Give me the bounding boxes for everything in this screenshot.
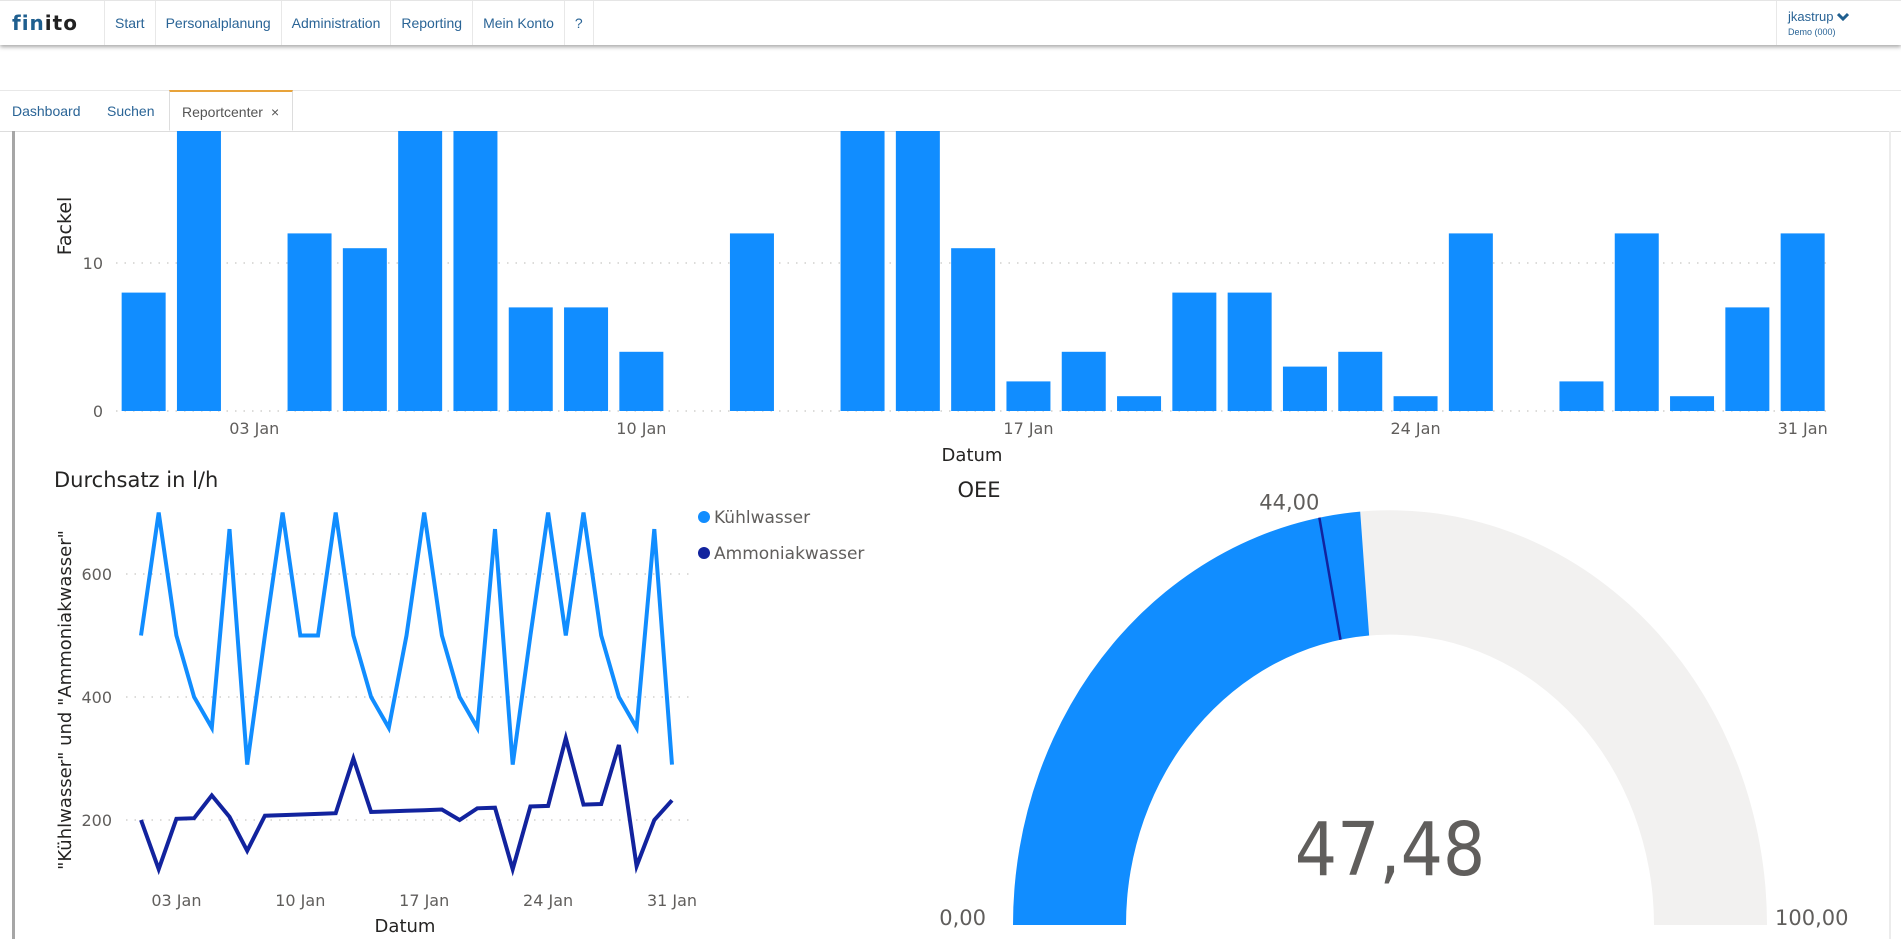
main-menu: Start Personalplanung Administration Rep…: [104, 1, 594, 45]
bar-16: [951, 248, 996, 411]
bar-17: [1006, 381, 1051, 411]
bar-19: [1117, 396, 1162, 411]
user-tenant: Demo (000): [1788, 27, 1836, 37]
bar-30: [1725, 307, 1770, 411]
bar-x-tick: 31 Jan: [1778, 419, 1828, 438]
bar-y-tick-labels: 0 10: [83, 254, 103, 421]
report-canvas: 0 10 03 Jan 10 Jan 17 Jan 24 Jan 31 Jan Facke…: [54, 131, 1848, 937]
bar-23: [1338, 351, 1383, 411]
gauge-value: 47,48: [1295, 807, 1486, 893]
logo-text-fin: fin: [12, 11, 45, 35]
nav-mein-konto[interactable]: Mein Konto: [472, 1, 564, 45]
bar-1: [121, 292, 166, 411]
bar-5: [342, 248, 387, 411]
fackel-bar-chart: 0 10 03 Jan 10 Jan 17 Jan 24 Jan 31 Jan Facke…: [54, 131, 1830, 466]
bar-10: [619, 351, 664, 411]
bar-x-tick: 24 Jan: [1390, 419, 1440, 438]
bar-marks: [121, 131, 1825, 412]
gauge-title: OEE: [957, 478, 1000, 502]
legend-marker-ammoniakwasser: [698, 547, 710, 559]
legend-label-kuehlwasser: Kühlwasser: [714, 508, 810, 528]
line-y-axis-title: "Kühlwasser" und "Ammoniakwasser": [55, 530, 76, 870]
line-series: [139, 512, 674, 877]
durchsatz-line-chart: Durchsatz in l/h 200 400 600 03 Jan 10 Jan 1…: [54, 468, 864, 937]
nav-help[interactable]: ?: [563, 1, 594, 45]
line-y-tick: 200: [81, 811, 112, 830]
bar-15: [895, 131, 940, 412]
bar-4: [287, 233, 332, 411]
bar-31: [1780, 233, 1825, 411]
bar-7: [453, 131, 498, 412]
line-legend: Kühlwasser Ammoniakwasser: [698, 508, 864, 564]
bar-x-axis-title: Datum: [942, 445, 1003, 466]
bar-y-axis-title: Fackel: [54, 197, 76, 256]
bar-12: [729, 233, 774, 411]
bar-x-tick: 17 Jan: [1003, 419, 1053, 438]
logo-text-ito: ito: [44, 11, 78, 35]
line-x-tick: 17 Jan: [399, 891, 449, 910]
legend-item-kuehlwasser[interactable]: Kühlwasser: [698, 508, 810, 528]
bar-y-tick: 10: [83, 254, 103, 273]
line-x-tick: 24 Jan: [523, 891, 573, 910]
line-x-tick-labels: 03 Jan 10 Jan 17 Jan 24 Jan 31 Jan: [151, 891, 697, 910]
legend-label-ammoniakwasser: Ammoniakwasser: [714, 544, 864, 564]
bar-x-tick: 10 Jan: [616, 419, 666, 438]
series-line-kuehlwasser: [139, 512, 674, 765]
line-x-axis-title: Datum: [375, 916, 436, 937]
nav-administration[interactable]: Administration: [280, 1, 391, 45]
line-x-tick: 10 Jan: [275, 891, 325, 910]
line-x-tick: 31 Jan: [647, 891, 697, 910]
bar-27: [1559, 381, 1604, 411]
bar-x-tick: 03 Jan: [229, 419, 279, 438]
line-y-tick-labels: 200 400 600: [81, 565, 112, 830]
bar-9: [564, 307, 609, 411]
top-navigation-bar: finito Start Personalplanung Administrat…: [0, 0, 1901, 45]
bar-14: [840, 131, 885, 412]
bar-21: [1227, 292, 1272, 411]
bar-28: [1614, 233, 1659, 411]
series-line-ammoniakwasser: [139, 730, 674, 877]
bar-8: [508, 307, 553, 411]
gauge-max-label: 100,00: [1775, 906, 1848, 930]
bar-25: [1448, 233, 1493, 411]
bar-24: [1393, 396, 1438, 411]
gauge-target-label: 44,00: [1259, 491, 1319, 515]
legend-item-ammoniakwasser[interactable]: Ammoniakwasser: [698, 544, 864, 564]
chevron-down-icon[interactable]: [1836, 12, 1849, 21]
bar-22: [1282, 366, 1327, 411]
bar-18: [1061, 351, 1106, 411]
bar-y-tick: 0: [93, 402, 103, 421]
line-y-tick: 400: [81, 688, 112, 707]
finito-logo[interactable]: finito: [12, 11, 78, 35]
line-y-tick: 600: [81, 565, 112, 584]
bar-20: [1172, 292, 1217, 411]
line-chart-title: Durchsatz in l/h: [54, 468, 218, 492]
oee-gauge: OEE 44,00 47,48 0,00 100,00: [939, 478, 1848, 930]
gauge-min-label: 0,00: [939, 906, 986, 930]
bar-x-tick-labels: 03 Jan 10 Jan 17 Jan 24 Jan 31 Jan: [229, 419, 1828, 438]
nav-personalplanung[interactable]: Personalplanung: [154, 1, 281, 45]
legend-marker-kuehlwasser: [698, 511, 710, 523]
bar-2: [176, 131, 221, 412]
user-menu[interactable]: jkastrup Demo (000): [1776, 1, 1901, 45]
user-name: jkastrup: [1788, 9, 1834, 24]
nav-start[interactable]: Start: [104, 1, 155, 45]
bar-6: [398, 131, 443, 412]
nav-reporting[interactable]: Reporting: [390, 1, 472, 45]
line-x-tick: 03 Jan: [151, 891, 201, 910]
bar-29: [1670, 396, 1715, 411]
